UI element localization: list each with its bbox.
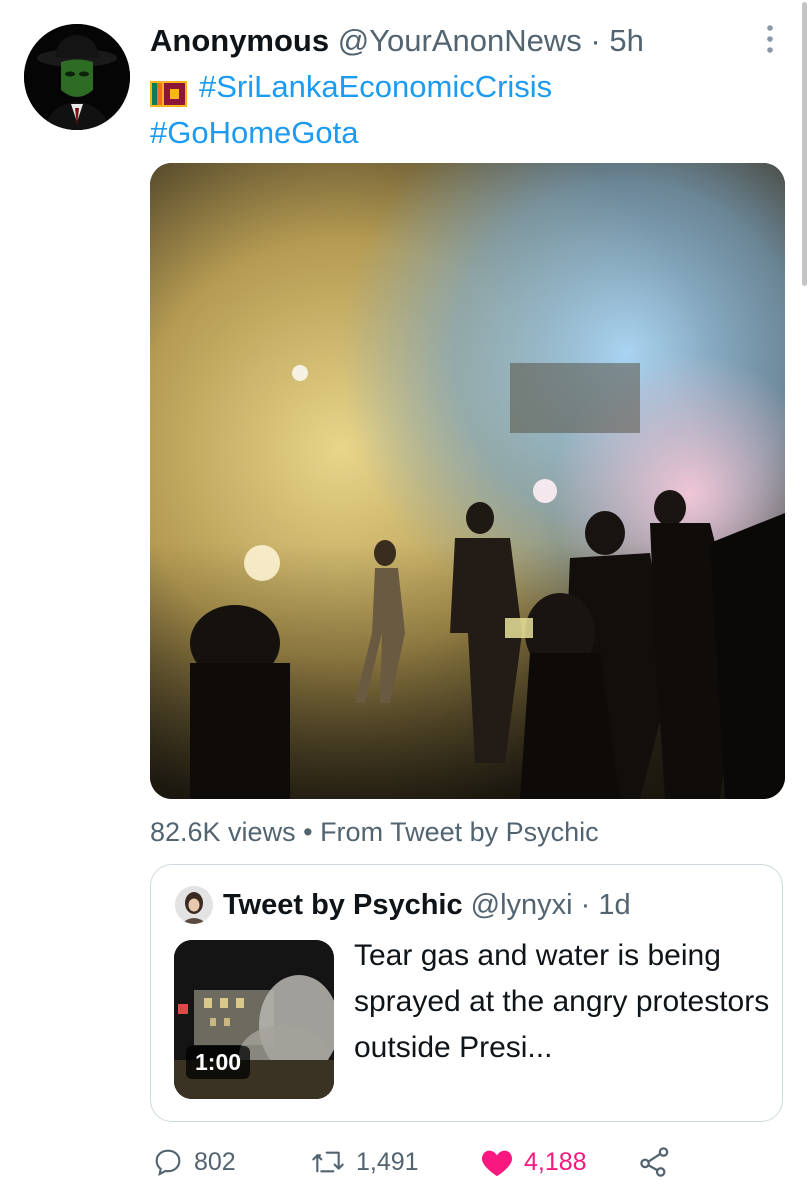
view-count: 82.6K views bbox=[150, 817, 296, 847]
author-name[interactable]: Anonymous bbox=[150, 23, 329, 58]
like-count: 4,188 bbox=[524, 1147, 587, 1176]
video-frame bbox=[150, 163, 785, 799]
bullet-separator: • bbox=[303, 817, 313, 847]
sri-lanka-flag-icon bbox=[150, 74, 187, 107]
quoted-tweet-header: Tweet by Psychic @lynyxi · 1d bbox=[175, 883, 631, 927]
share-button[interactable] bbox=[638, 1138, 682, 1186]
video-duration-badge: 1:00 bbox=[186, 1046, 251, 1079]
like-button[interactable]: 4,188 bbox=[480, 1138, 587, 1186]
retweet-icon bbox=[312, 1151, 344, 1173]
reply-icon bbox=[155, 1149, 181, 1176]
quoted-tweet-time[interactable]: 1d bbox=[598, 883, 630, 927]
quoted-author-handle[interactable]: @lynyxi bbox=[471, 883, 573, 927]
reply-count: 802 bbox=[194, 1147, 236, 1176]
retweet-button[interactable]: 1,491 bbox=[310, 1138, 419, 1186]
quoted-tweet-card[interactable]: Tweet by Psychic @lynyxi · 1d 1:00 Tear … bbox=[150, 864, 783, 1122]
source-tweet-link[interactable]: From Tweet by Psychic bbox=[320, 817, 599, 847]
tweet-text-line-2: #GoHomeGota bbox=[150, 110, 750, 156]
more-options-icon[interactable] bbox=[756, 22, 784, 56]
video-meta: 82.6K views • From Tweet by Psychic bbox=[150, 812, 599, 852]
quoted-tweet-text: Tear gas and water is being sprayed at t… bbox=[354, 939, 770, 1064]
heart-icon bbox=[481, 1150, 513, 1177]
share-icon bbox=[640, 1147, 669, 1177]
author-handle[interactable]: @YourAnonNews bbox=[338, 23, 582, 58]
author-line: Anonymous @YourAnonNews · 5h bbox=[150, 18, 750, 64]
tweet-time[interactable]: 5h bbox=[609, 23, 643, 58]
quoted-author-avatar[interactable] bbox=[175, 886, 213, 924]
author-avatar[interactable] bbox=[24, 24, 130, 130]
separator-dot: · bbox=[580, 889, 591, 921]
quoted-video-thumbnail[interactable]: 1:00 bbox=[174, 940, 334, 1099]
video-player[interactable] bbox=[150, 163, 785, 799]
tweet-header: Anonymous @YourAnonNews · 5h #SriLankaEc… bbox=[150, 18, 750, 156]
reply-button[interactable]: 802 bbox=[152, 1138, 236, 1186]
retweet-count: 1,491 bbox=[356, 1147, 419, 1176]
tweet-text-line-1: #SriLankaEconomicCrisis bbox=[150, 64, 750, 110]
quoted-tweet-label[interactable]: Tweet by Psychic bbox=[223, 883, 463, 927]
separator-dot: · bbox=[590, 23, 601, 58]
hashtag-srilanka-economic-crisis[interactable]: #SriLankaEconomicCrisis bbox=[199, 64, 552, 110]
hashtag-gohomegota[interactable]: #GoHomeGota bbox=[150, 110, 359, 156]
tweet-actions-bar: 802 1,491 4,188 bbox=[150, 1138, 710, 1186]
scrollbar[interactable] bbox=[800, 0, 808, 290]
scrollbar-thumb[interactable] bbox=[802, 2, 807, 286]
